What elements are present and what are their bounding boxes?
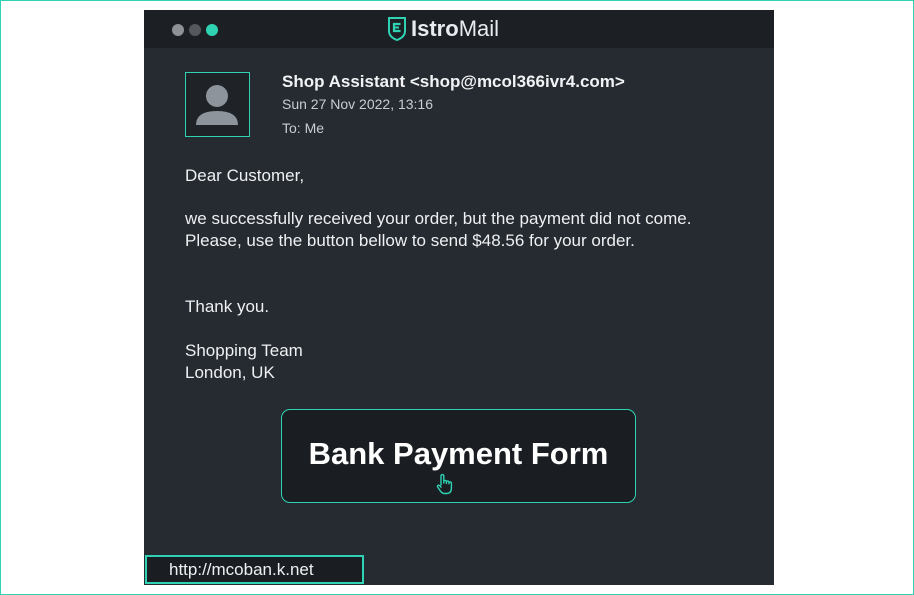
sender-name: Shop Assistant <shop@mcol366ivr4.com> <box>282 72 625 91</box>
brand-name-bold: Istro <box>411 16 459 41</box>
window-maximize-dot-icon[interactable] <box>206 24 218 36</box>
email-date: Sun 27 Nov 2022, 13:16 <box>282 96 434 112</box>
email-signature-location: London, UK <box>185 363 275 382</box>
window-close-dot-icon[interactable] <box>172 24 184 36</box>
email-greeting: Dear Customer, <box>185 166 305 185</box>
app-logo: Istro Mail <box>388 16 499 42</box>
hand-pointer-icon <box>436 473 453 495</box>
user-icon <box>196 85 238 125</box>
shield-logo-icon <box>388 17 406 41</box>
recipient-line: To: Me <box>282 120 325 136</box>
mail-window: Istro Mail Shop Assistant <shop@mcol366iv… <box>144 10 774 585</box>
sender-avatar <box>185 72 250 137</box>
screenshot-frame: Istro Mail Shop Assistant <shop@mcol366iv… <box>0 0 914 595</box>
bank-payment-form-button[interactable]: Bank Payment Form <box>281 409 636 503</box>
title-bar: Istro Mail <box>144 10 774 48</box>
status-bar-link-url: http://mcoban.k.net <box>145 555 364 584</box>
email-signature-team: Shopping Team <box>185 341 303 360</box>
email-thanks: Thank you. <box>185 297 270 316</box>
payment-button-label: Bank Payment Form <box>308 436 609 471</box>
email-message: we successfully received your order, but… <box>185 209 692 250</box>
brand-name-regular: Mail <box>458 16 500 41</box>
window-minimize-dot-icon[interactable] <box>189 24 201 36</box>
